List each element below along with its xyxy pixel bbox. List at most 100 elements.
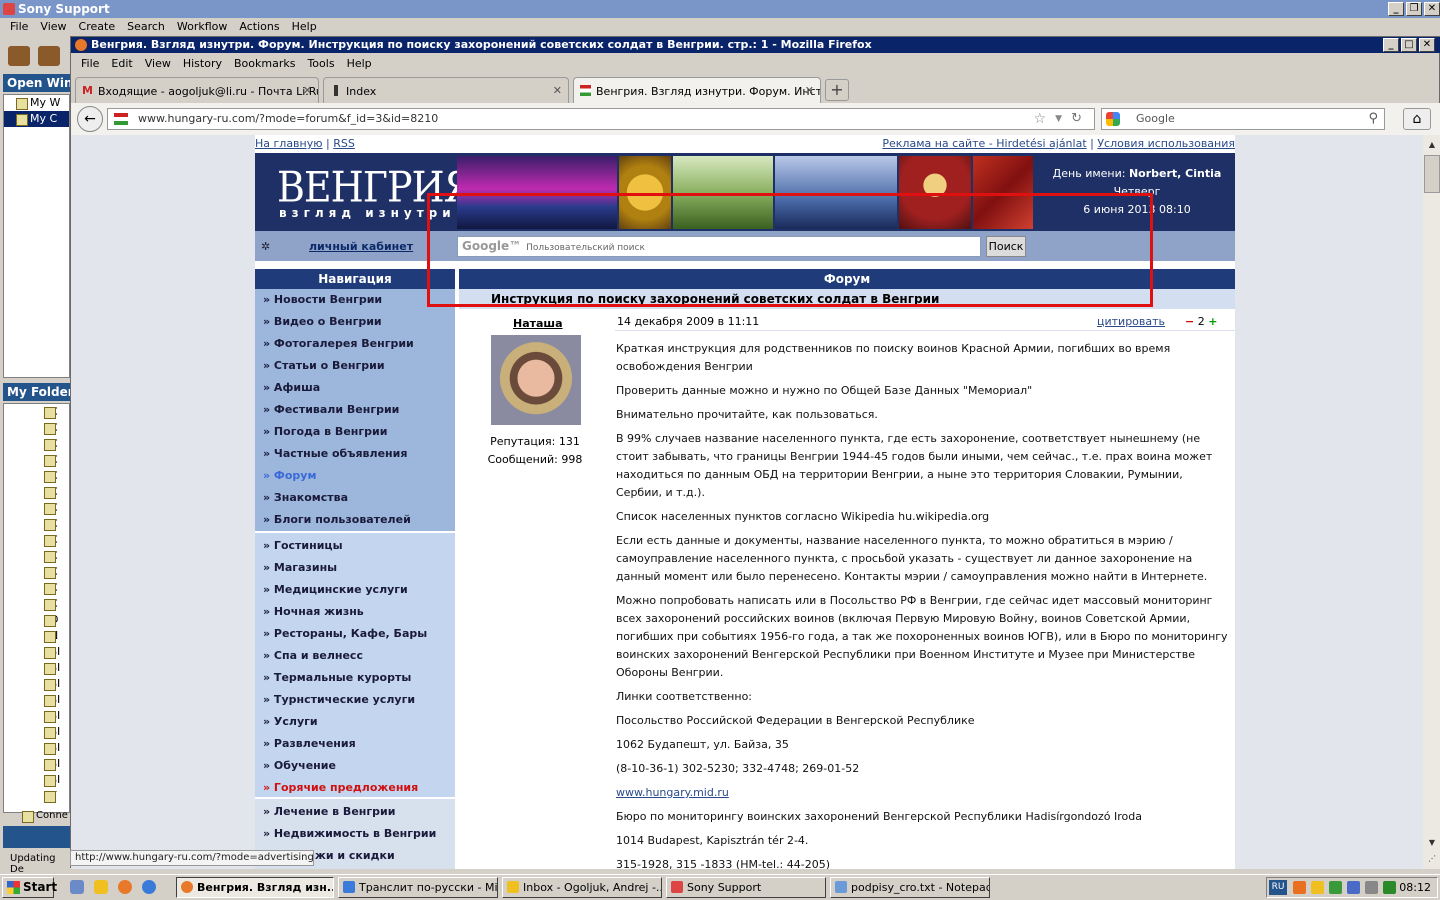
- folder-item[interactable]: SI: [32, 644, 69, 660]
- folder-item[interactable]: C: [32, 516, 69, 532]
- nav-item[interactable]: » Лечение в Венгрии: [263, 805, 395, 823]
- folder-item[interactable]: C: [32, 564, 69, 580]
- post-author[interactable]: Наташа: [513, 317, 563, 330]
- folder-item[interactable]: C: [32, 532, 69, 548]
- folder-item[interactable]: C: [32, 404, 69, 420]
- url-bar[interactable]: www.hungary-ru.com/?mode=forum&f_id=3&id…: [107, 108, 1095, 130]
- quicklaunch-icon[interactable]: [70, 880, 84, 894]
- back-button[interactable]: ←: [77, 106, 103, 132]
- briefcase-icon[interactable]: [8, 46, 30, 66]
- task-notepad[interactable]: podpisy_cro.txt - Notepad: [830, 877, 990, 898]
- folder-item[interactable]: SI: [32, 692, 69, 708]
- quote-link[interactable]: цитировать: [1097, 313, 1165, 331]
- nav-item[interactable]: » Блоги пользователей: [263, 513, 411, 531]
- menu-tools[interactable]: Tools: [303, 54, 342, 74]
- start-button[interactable]: Start: [2, 877, 57, 898]
- scroll-thumb[interactable]: [1424, 155, 1440, 193]
- folder-item[interactable]: N: [32, 628, 69, 644]
- site-logo[interactable]: ВЕНГРИЯ: [277, 163, 474, 211]
- task-sony-support[interactable]: Sony Support: [666, 877, 826, 898]
- nav-item[interactable]: » Рестораны, Кафе, Бары: [263, 627, 427, 645]
- nav-item[interactable]: » Ночная жизнь: [263, 605, 364, 623]
- nav-item[interactable]: » Новости Венгрии: [263, 293, 382, 311]
- nav-item[interactable]: » Спа и велнесс: [263, 649, 363, 667]
- nav-item[interactable]: » Видео о Венгрии: [263, 315, 382, 333]
- close-tab-icon[interactable]: ✕: [805, 84, 814, 97]
- folder-item[interactable]: SI: [32, 724, 69, 740]
- custom-search-input[interactable]: Google™ Пользовательский поиск: [457, 236, 981, 257]
- rss-link[interactable]: RSS: [333, 137, 355, 150]
- nav-item[interactable]: » Погода в Венгрии: [263, 425, 387, 443]
- home-link[interactable]: На главную: [255, 137, 323, 150]
- personal-cabinet-link[interactable]: личный кабинет: [309, 240, 413, 253]
- minimize-icon[interactable]: _: [1388, 2, 1404, 16]
- folder-item[interactable]: C: [32, 500, 69, 516]
- folder-item[interactable]: C: [32, 452, 69, 468]
- advertising-link[interactable]: Реклама на сайте - Hirdetési ajánlat: [882, 137, 1086, 150]
- nav-item[interactable]: » Гостиницы: [263, 539, 343, 557]
- close-icon[interactable]: ✕: [1419, 38, 1435, 52]
- folder-item[interactable]: C: [32, 420, 69, 436]
- nav-item[interactable]: » Частные объявления: [263, 447, 407, 465]
- folder-item[interactable]: SI: [32, 772, 69, 788]
- home-button[interactable]: ⌂: [1403, 108, 1431, 130]
- task-firefox[interactable]: Венгрия. Взгляд изн...: [176, 877, 334, 898]
- tray-security-icon[interactable]: [1383, 881, 1396, 894]
- plus-icon[interactable]: +: [1208, 315, 1217, 328]
- outer-menu-view[interactable]: View: [34, 18, 72, 36]
- folder-item[interactable]: C: [32, 548, 69, 564]
- tab-index[interactable]: Index ✕: [323, 77, 569, 103]
- bookmark-star-icon[interactable]: ☆: [1033, 109, 1046, 129]
- scroll-up-icon[interactable]: ▲: [1424, 137, 1440, 153]
- menu-file[interactable]: File: [77, 54, 107, 74]
- vertical-scrollbar[interactable]: ▲ ▼ ⋰: [1423, 135, 1440, 869]
- folder-item[interactable]: C: [32, 580, 69, 596]
- ie-icon[interactable]: [142, 880, 156, 894]
- menu-edit[interactable]: Edit: [107, 54, 140, 74]
- tree-item[interactable]: My C: [4, 111, 69, 127]
- close-icon[interactable]: ✕: [1424, 2, 1440, 16]
- tray-app-icon[interactable]: [1329, 881, 1342, 894]
- maximize-icon[interactable]: □: [1401, 38, 1417, 52]
- search-icon[interactable]: ⚲: [1368, 109, 1378, 129]
- nav-item[interactable]: » Турнстические услуги: [263, 693, 415, 711]
- nav-item[interactable]: » Фотогалерея Венгрии: [263, 337, 414, 355]
- folder-item[interactable]: SI: [32, 740, 69, 756]
- folder-item[interactable]: Y: [32, 788, 69, 804]
- folder-item[interactable]: C: [32, 596, 69, 612]
- outer-menu-search[interactable]: Search: [121, 18, 171, 36]
- outer-menu-help[interactable]: Help: [286, 18, 323, 36]
- language-indicator[interactable]: RU: [1269, 880, 1287, 895]
- minus-icon[interactable]: −: [1185, 315, 1194, 328]
- menu-history[interactable]: History: [179, 54, 230, 74]
- outer-menu-create[interactable]: Create: [73, 18, 122, 36]
- nav-item[interactable]: » Услуги: [263, 715, 318, 733]
- folder-item[interactable]: C: [32, 484, 69, 500]
- connect-item[interactable]: Conne: [10, 808, 68, 824]
- nav-item[interactable]: » Горячие предложения: [263, 781, 418, 799]
- outer-menu-file[interactable]: File: [4, 18, 34, 36]
- new-tab-button[interactable]: +: [825, 79, 849, 101]
- tab-mail[interactable]: M Входящие - aogoljuk@li.ru - Почта Li.R…: [75, 77, 319, 103]
- folder-item[interactable]: D: [32, 612, 69, 628]
- firefox-icon[interactable]: [118, 880, 132, 894]
- tray-app-icon[interactable]: [1365, 881, 1378, 894]
- folder-item[interactable]: SI: [32, 660, 69, 676]
- task-outlook[interactable]: Inbox - Ogoljuk, Andrej -...: [502, 877, 662, 898]
- nav-item[interactable]: » Магазины: [263, 561, 337, 579]
- restore-icon[interactable]: ❐: [1406, 2, 1422, 16]
- terms-link[interactable]: Условия использования: [1097, 137, 1235, 150]
- search-button[interactable]: Поиск: [986, 236, 1026, 257]
- outlook-icon[interactable]: [94, 880, 108, 894]
- task-ie[interactable]: Транслит по-русски - Mi...: [338, 877, 498, 898]
- outer-menu-actions[interactable]: Actions: [233, 18, 285, 36]
- nav-item[interactable]: » Обучение: [263, 759, 336, 777]
- folder-item[interactable]: C: [32, 468, 69, 484]
- close-tab-icon[interactable]: ✕: [553, 84, 562, 97]
- folder-item[interactable]: SI: [32, 676, 69, 692]
- browser-search-input[interactable]: Google ⚲: [1101, 108, 1385, 130]
- history-dropdown-icon[interactable]: ▼: [1055, 109, 1062, 129]
- folder-item[interactable]: C: [32, 436, 69, 452]
- briefcase-icon[interactable]: [38, 46, 60, 66]
- menu-help[interactable]: Help: [343, 54, 380, 74]
